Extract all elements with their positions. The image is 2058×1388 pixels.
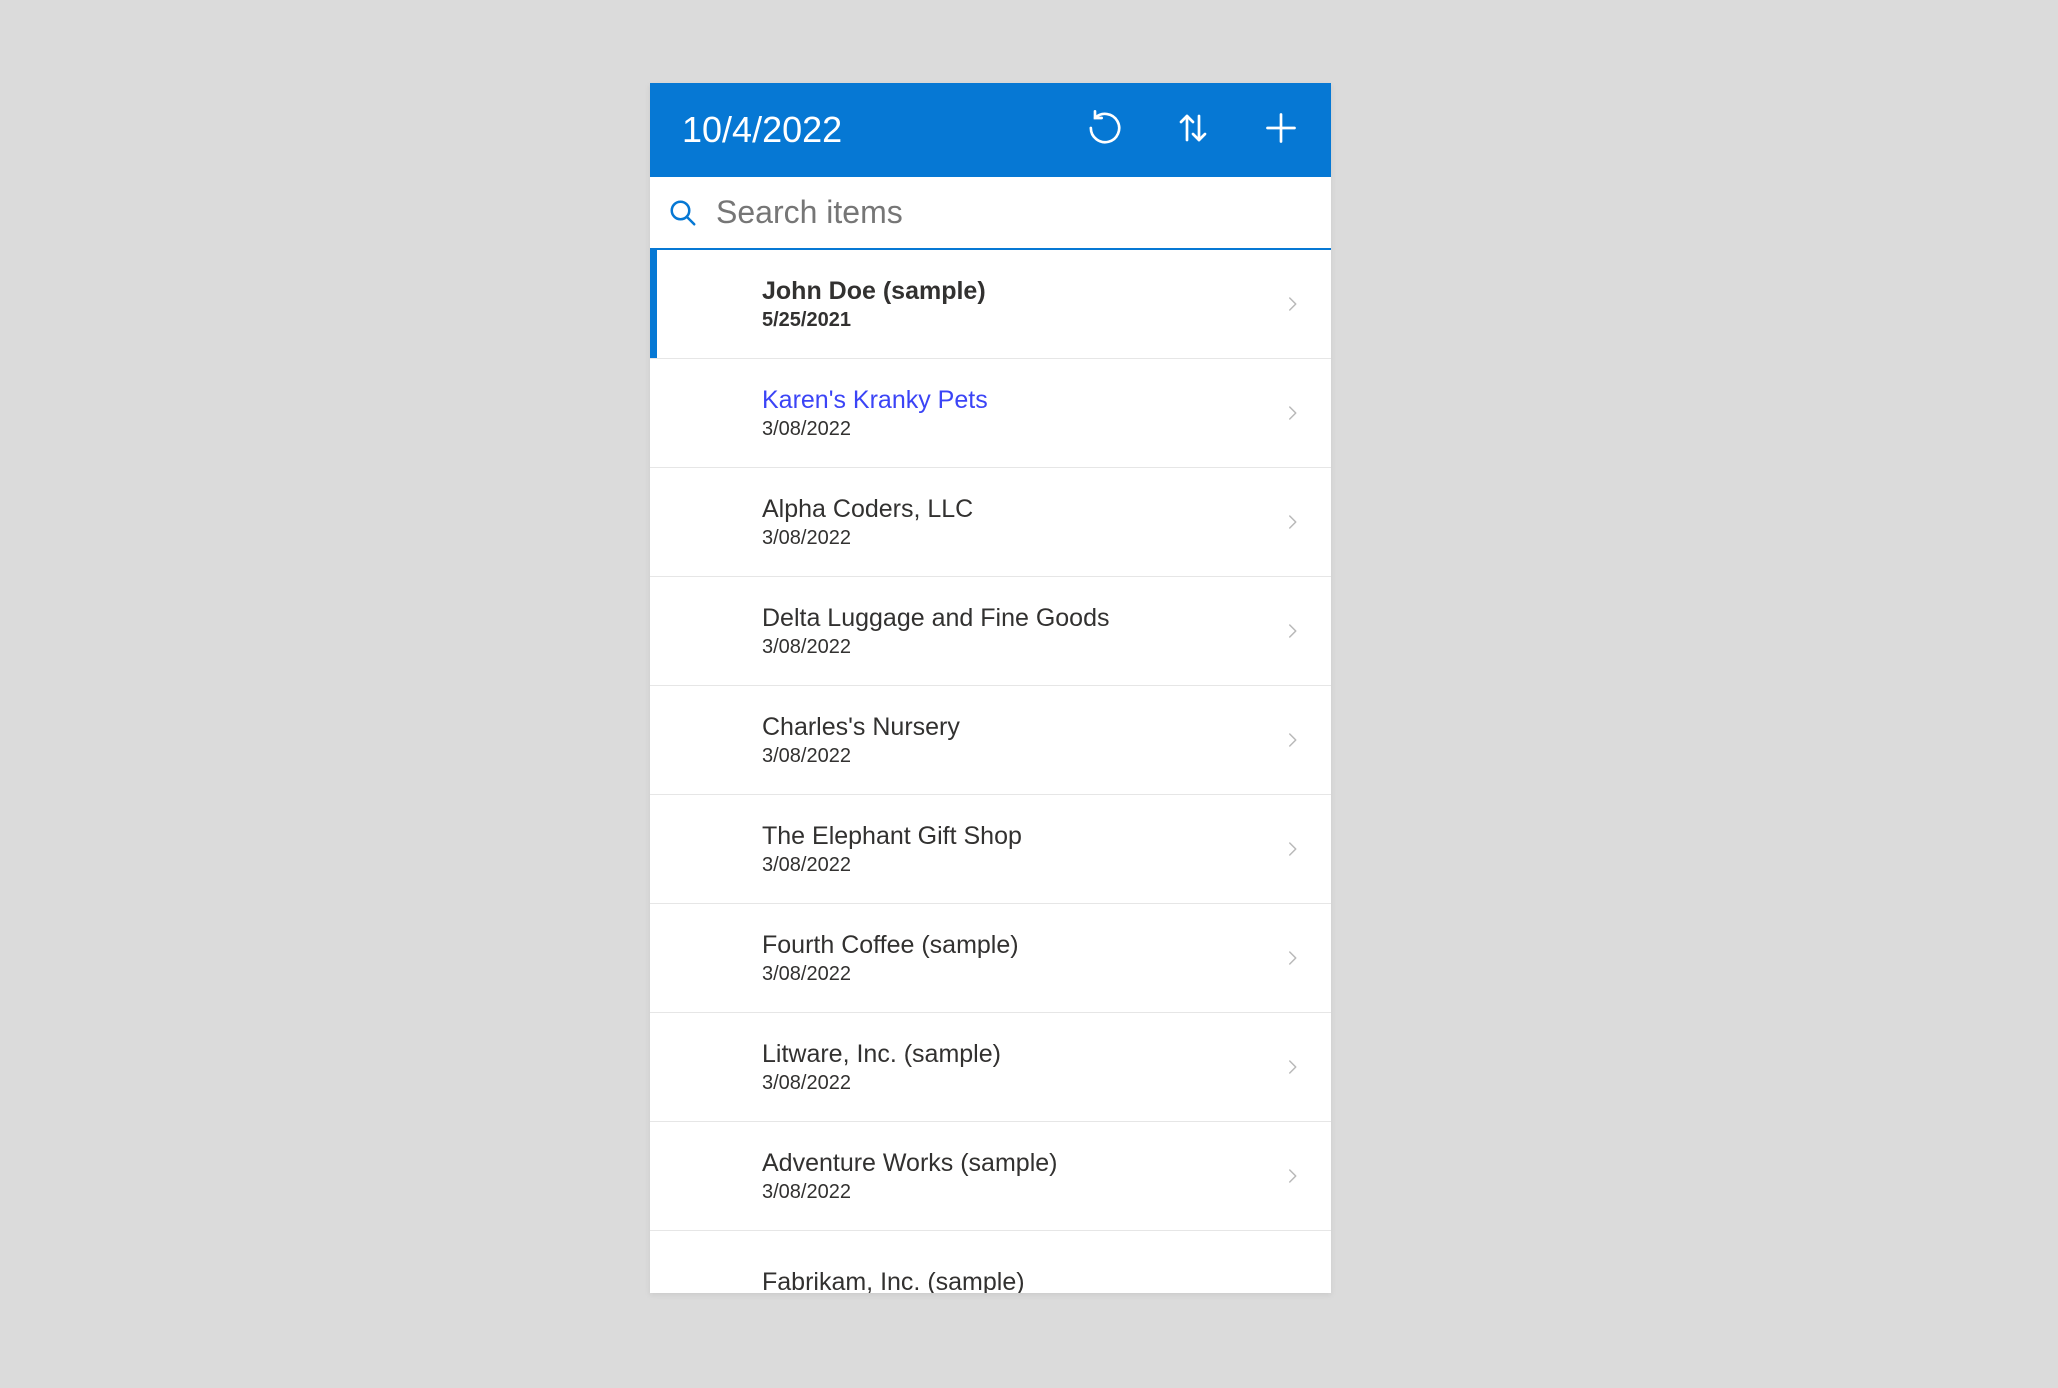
refresh-button[interactable] xyxy=(1083,108,1127,152)
add-button[interactable] xyxy=(1259,108,1303,152)
list-item[interactable]: Fourth Coffee (sample)3/08/2022 xyxy=(650,904,1331,1013)
app-screen: 10/4/2022 xyxy=(650,83,1331,1293)
list-item-title: Adventure Works (sample) xyxy=(762,1148,1283,1179)
chevron-right-icon xyxy=(1283,835,1301,863)
list-item-title: Delta Luggage and Fine Goods xyxy=(762,603,1283,634)
sort-button[interactable] xyxy=(1171,108,1215,152)
list-item-date: 3/08/2022 xyxy=(762,418,1283,441)
results-list[interactable]: John Doe (sample)5/25/2021 Karen's Kranky… xyxy=(650,250,1331,1293)
chevron-right-icon xyxy=(1283,617,1301,645)
list-item-title: Charles's Nursery xyxy=(762,712,1283,743)
list-item-date: 3/08/2022 xyxy=(762,1072,1283,1095)
refresh-icon xyxy=(1085,108,1125,153)
list-item[interactable]: Alpha Coders, LLC3/08/2022 xyxy=(650,468,1331,577)
list-item-date: 3/08/2022 xyxy=(762,854,1283,877)
chevron-right-icon xyxy=(1283,1162,1301,1190)
list-item-text: Charles's Nursery3/08/2022 xyxy=(762,712,1283,768)
list-item-text: Litware, Inc. (sample)3/08/2022 xyxy=(762,1039,1283,1095)
sort-icon xyxy=(1175,110,1211,151)
list-item-title: Litware, Inc. (sample) xyxy=(762,1039,1283,1070)
list-item-date: 3/08/2022 xyxy=(762,527,1283,550)
search-input[interactable] xyxy=(716,194,1313,231)
list-item[interactable]: Adventure Works (sample)3/08/2022 xyxy=(650,1122,1331,1231)
list-item-text: Karen's Kranky Pets3/08/2022 xyxy=(762,385,1283,441)
list-item[interactable]: Karen's Kranky Pets3/08/2022 xyxy=(650,359,1331,468)
list-item[interactable]: The Elephant Gift Shop3/08/2022 xyxy=(650,795,1331,904)
list-item-date: 3/08/2022 xyxy=(762,745,1283,768)
list-item-text: The Elephant Gift Shop3/08/2022 xyxy=(762,821,1283,877)
list-item-date: 3/08/2022 xyxy=(762,963,1283,986)
chevron-right-icon xyxy=(1283,944,1301,972)
chevron-right-icon xyxy=(1283,290,1301,318)
list-item[interactable]: John Doe (sample)5/25/2021 xyxy=(650,250,1331,359)
list-item-title: Alpha Coders, LLC xyxy=(762,494,1283,525)
list-item-date: 5/25/2021 xyxy=(762,309,1283,332)
list-item-title: The Elephant Gift Shop xyxy=(762,821,1283,852)
list-item-text: John Doe (sample)5/25/2021 xyxy=(762,276,1283,332)
list-item-text: Delta Luggage and Fine Goods3/08/2022 xyxy=(762,603,1283,659)
chevron-right-icon xyxy=(1283,399,1301,427)
list-item[interactable]: Fabrikam, Inc. (sample) xyxy=(650,1231,1331,1293)
chevron-right-icon xyxy=(1283,1053,1301,1081)
chevron-right-icon xyxy=(1283,726,1301,754)
list-item-title: Karen's Kranky Pets xyxy=(762,385,1283,416)
plus-icon xyxy=(1263,110,1299,151)
search-bar[interactable] xyxy=(650,177,1331,250)
list-item-date: 3/08/2022 xyxy=(762,1181,1283,1204)
list-item[interactable]: Litware, Inc. (sample)3/08/2022 xyxy=(650,1013,1331,1122)
list-item-text: Alpha Coders, LLC3/08/2022 xyxy=(762,494,1283,550)
chevron-right-icon xyxy=(1283,508,1301,536)
list-item-text: Adventure Works (sample)3/08/2022 xyxy=(762,1148,1283,1204)
list-item-date: 3/08/2022 xyxy=(762,636,1283,659)
list-item[interactable]: Delta Luggage and Fine Goods3/08/2022 xyxy=(650,577,1331,686)
list-item-title: John Doe (sample) xyxy=(762,276,1283,307)
search-icon xyxy=(668,198,698,228)
list-item[interactable]: Charles's Nursery3/08/2022 xyxy=(650,686,1331,795)
list-item-text: Fourth Coffee (sample)3/08/2022 xyxy=(762,930,1283,986)
appbar-title: 10/4/2022 xyxy=(682,109,1083,151)
appbar-actions xyxy=(1083,108,1311,152)
list-item-title: Fourth Coffee (sample) xyxy=(762,930,1283,961)
list-item-text: Fabrikam, Inc. (sample) xyxy=(762,1267,1283,1293)
list-item-title: Fabrikam, Inc. (sample) xyxy=(762,1267,1283,1293)
app-bar: 10/4/2022 xyxy=(650,83,1331,177)
